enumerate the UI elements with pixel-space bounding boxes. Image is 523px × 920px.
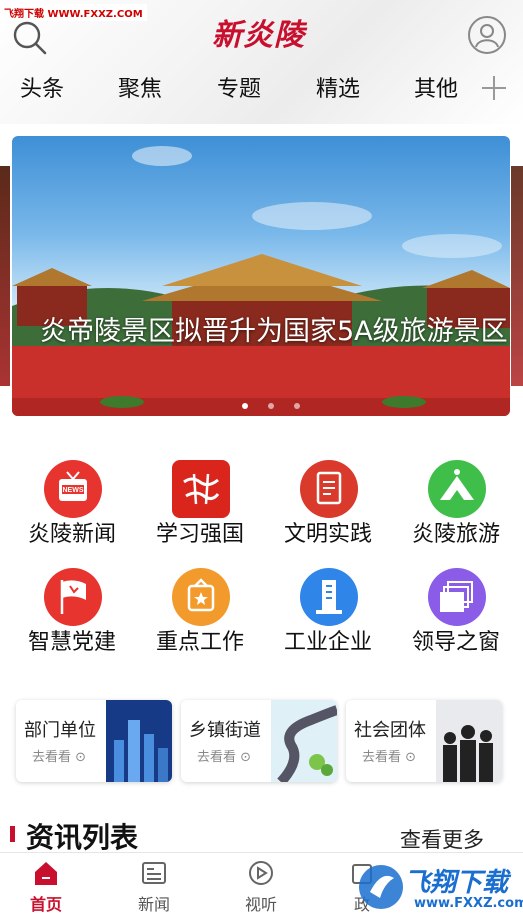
tab-jujiao[interactable]: 聚焦 — [118, 68, 162, 112]
next-slide-peek — [511, 166, 523, 386]
carousel-dot[interactable] — [268, 403, 274, 409]
grid-item-xuexi[interactable]: 学习强国 — [136, 460, 264, 560]
city-skyline-icon — [106, 700, 172, 782]
card-title: 社会团体 — [354, 720, 426, 741]
card-social-groups[interactable]: 社会团体 去看看 ⊙ — [346, 700, 502, 782]
card-title: 部门单位 — [24, 720, 96, 741]
app-logo: 新炎陵 — [212, 18, 305, 53]
grid-item-yanling-news[interactable]: NEWS 炎陵新闻 — [8, 460, 136, 560]
grid-label: 智慧党建 — [27, 630, 116, 655]
banner-slide[interactable]: 炎帝陵景区拟晋升为国家5A级旅游景区 — [12, 136, 510, 416]
road-icon — [271, 700, 337, 782]
nav-label: 新闻 — [137, 895, 170, 914]
section-title: 资讯列表 — [26, 821, 139, 854]
play-icon — [247, 859, 275, 887]
top-header: 飞翔下载 WWW.FXXZ.COM 新炎陵 头条 聚焦 专题 精选 其他 — [0, 0, 523, 124]
grid-item-leaders[interactable]: 领导之窗 — [392, 568, 520, 668]
channel-tabs: 头条 聚焦 专题 精选 其他 — [0, 68, 523, 112]
tab-jingxuan[interactable]: 精选 — [316, 68, 360, 112]
card-title: 乡镇街道 — [189, 720, 261, 741]
brand-watermark-title: 飞翔下载 — [404, 868, 509, 898]
card-sub-label: 去看看 — [32, 750, 72, 765]
grid-item-key-work[interactable]: 重点工作 — [136, 568, 264, 668]
brand-watermark: 飞翔下载 www.FXXZ.com — [352, 856, 523, 920]
grid-label: 领导之窗 — [411, 630, 500, 655]
carousel-dot[interactable] — [294, 403, 300, 409]
tab-qita[interactable]: 其他 — [414, 68, 458, 112]
building-icon — [300, 568, 358, 626]
svg-text:NEWS: NEWS — [63, 487, 84, 494]
card-subtitle: 去看看 ⊙ — [362, 746, 416, 765]
news-icon — [140, 859, 168, 887]
nav-label: 视听 — [244, 895, 277, 914]
nav-label: 首页 — [29, 895, 62, 914]
card-departments[interactable]: 部门单位 去看看 ⊙ — [16, 700, 172, 782]
xuexi-icon — [172, 460, 230, 518]
watermark-url: WWW.FXXZ.COM — [47, 9, 143, 20]
carousel-dots — [242, 394, 320, 413]
nav-news[interactable]: 新闻 — [114, 853, 194, 920]
tab-zhuanti[interactable]: 专题 — [217, 68, 261, 112]
grid-label: 工业企业 — [283, 630, 372, 655]
card-sub-label: 去看看 — [362, 750, 402, 765]
grid-label: 文明实践 — [283, 522, 372, 547]
view-more-link[interactable]: 查看更多 — [400, 824, 484, 854]
temple-photo — [12, 146, 510, 416]
grid-item-industry[interactable]: 工业企业 — [264, 568, 392, 668]
add-channel-icon[interactable] — [480, 74, 508, 102]
card-subtitle: 去看看 ⊙ — [197, 746, 251, 765]
search-icon[interactable] — [10, 18, 50, 58]
brand-watermark-url: www.FXXZ.com — [414, 896, 523, 911]
grid-item-yanling-travel[interactable]: 炎陵旅游 — [392, 460, 520, 560]
card-sub-label: 去看看 — [197, 750, 237, 765]
tab-toutiao[interactable]: 头条 — [20, 68, 64, 112]
grid-label: 学习强国 — [155, 522, 244, 547]
home-icon — [32, 859, 60, 887]
carousel-dot[interactable] — [242, 403, 248, 409]
nav-home[interactable]: 首页 — [6, 853, 86, 920]
prev-slide-peek — [0, 166, 10, 386]
news-tv-icon: NEWS — [44, 460, 102, 518]
grid-label: 炎陵新闻 — [27, 522, 116, 547]
star-badge-icon — [172, 568, 230, 626]
windows-icon — [428, 568, 486, 626]
arrow-right-circle-icon: ⊙ — [405, 750, 417, 765]
document-icon — [300, 460, 358, 518]
card-subtitle: 去看看 ⊙ — [32, 746, 86, 765]
mountain-icon — [428, 460, 486, 518]
arrow-right-circle-icon: ⊙ — [240, 750, 252, 765]
grid-label: 重点工作 — [155, 630, 244, 655]
card-towns[interactable]: 乡镇街道 去看看 ⊙ — [181, 700, 337, 782]
banner-caption: 炎帝陵景区拟晋升为国家5A级旅游景区 — [40, 316, 508, 347]
party-flag-icon — [44, 568, 102, 626]
brand-logo-icon — [359, 865, 403, 909]
grid-label: 炎陵旅游 — [411, 522, 500, 547]
grid-item-party[interactable]: 智慧党建 — [8, 568, 136, 668]
arrow-right-circle-icon: ⊙ — [75, 750, 87, 765]
people-group-icon — [436, 700, 502, 782]
nav-video[interactable]: 视听 — [221, 853, 301, 920]
section-accent-bar — [10, 826, 15, 842]
banner-carousel[interactable]: 炎帝陵景区拟晋升为国家5A级旅游景区 — [0, 136, 523, 416]
grid-item-wenming[interactable]: 文明实践 — [264, 460, 392, 560]
user-avatar-icon[interactable] — [468, 16, 506, 54]
